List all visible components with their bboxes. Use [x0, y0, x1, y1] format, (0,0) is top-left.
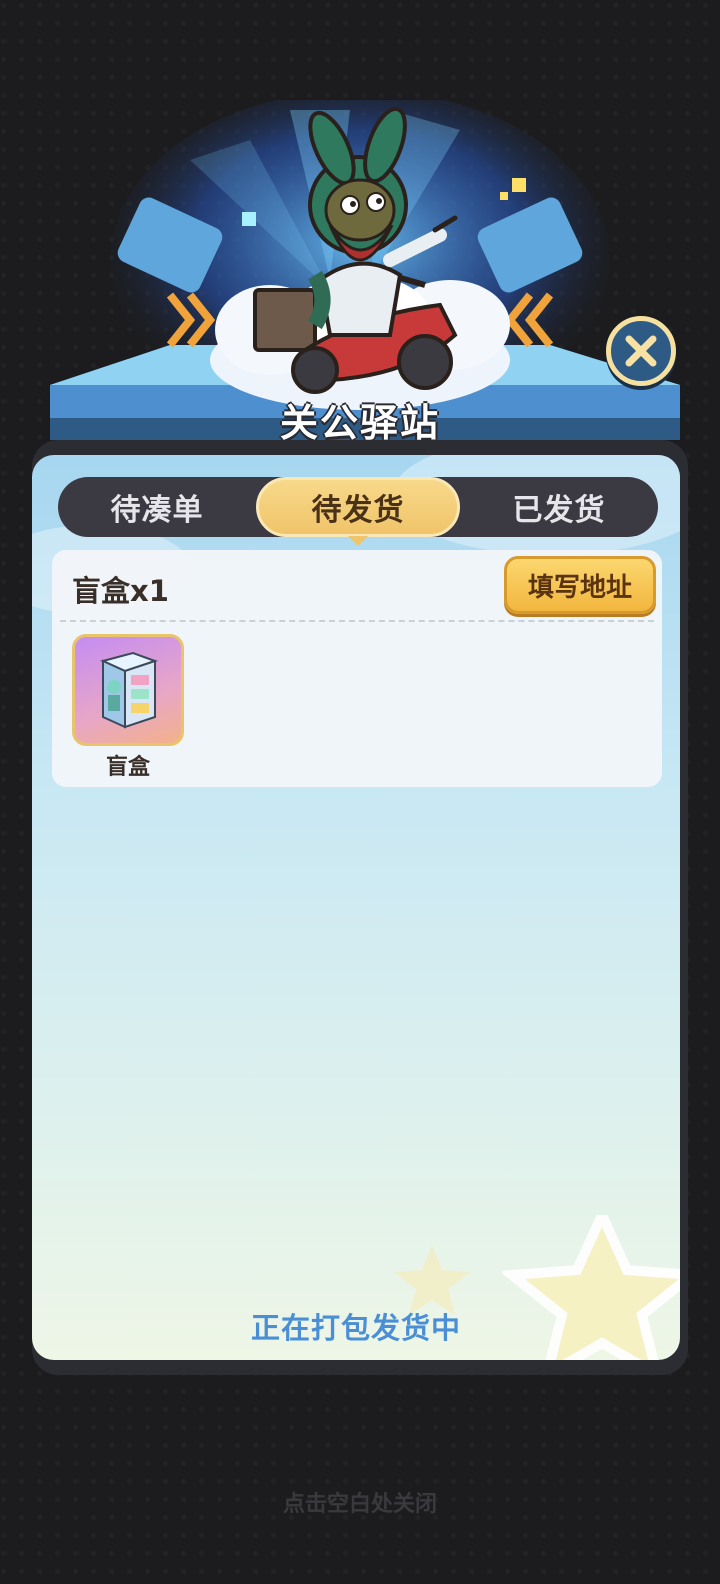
order-card: 盲盒x1 填写地址 盲盒	[52, 550, 662, 787]
tab-pending-shipment[interactable]: 待发货	[256, 477, 460, 546]
shop-dialog-screen[interactable]: 关公驿站 待凑单 待发货 已发货 盲盒x1 填写地址 盲盒 正在打包发货中 点击…	[0, 0, 720, 1584]
page-title: 关公驿站	[279, 401, 440, 445]
order-title: 盲盒x1	[72, 574, 169, 608]
shipping-status-text: 正在打包发货中	[250, 1311, 461, 1345]
tab-bar: 待凑单 待发货 已发货	[58, 477, 658, 546]
dashed-divider	[60, 620, 654, 622]
close-button[interactable]	[606, 316, 676, 386]
item-name: 盲盒	[105, 755, 150, 780]
fill-address-button[interactable]: 填写地址	[504, 556, 656, 614]
order-panel: 待凑单 待发货 已发货 盲盒x1 填写地址 盲盒 正在打包发货中	[32, 455, 680, 1360]
close-icon	[625, 335, 657, 367]
blind-box-icon[interactable]	[72, 634, 184, 746]
tap-to-close-hint[interactable]: 点击空白处关闭	[0, 1486, 720, 1518]
blind-box-graphic	[100, 651, 159, 729]
tab-pending-bundle[interactable]: 待凑单	[58, 477, 256, 537]
tab-shipped[interactable]: 已发货	[460, 477, 658, 537]
